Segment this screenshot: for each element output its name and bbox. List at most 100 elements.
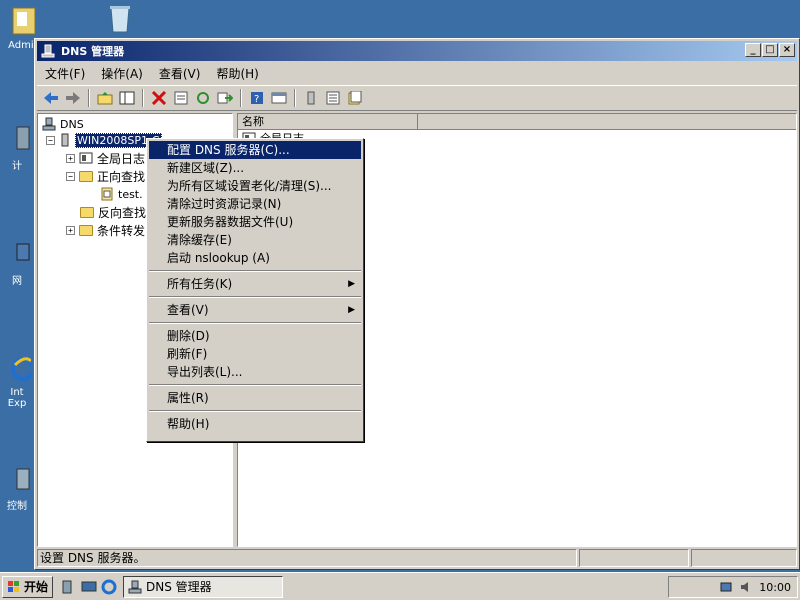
forward-button[interactable] [63,88,83,108]
menu-new-zone[interactable]: 新建区域(Z)... [149,159,361,177]
context-menu: 配置 DNS 服务器(C)... 新建区域(Z)... 为所有区域设置老化/清理… [146,138,364,442]
status-cell-3 [691,549,797,567]
tree-item-test-zone[interactable]: test. [100,186,143,202]
records-button[interactable] [345,88,365,108]
list-icon [326,91,340,105]
taskbar-item-dns-manager[interactable]: DNS 管理器 [123,575,284,598]
menu-view[interactable]: 查看(V) [151,65,209,82]
title-bar[interactable]: DNS 管理器 _ □ × [37,41,797,61]
minimize-button[interactable]: _ [745,43,761,57]
toolbar-separator [240,89,242,107]
server-icon [307,91,315,105]
list-header: 名称 [238,114,796,130]
folder-icon [79,224,93,236]
network-icon [16,243,30,261]
submenu-arrow-icon: ▶ [348,305,355,315]
close-button[interactable]: × [779,43,795,57]
desktop-icon-ie[interactable]: Int Exp [0,355,34,409]
properties-icon [174,91,188,105]
menu-refresh[interactable]: 刷新(F) [149,345,361,363]
list-button[interactable] [323,88,343,108]
menu-update-server-data-files[interactable]: 更新服务器数据文件(U) [149,213,361,231]
menu-set-aging-scavenging[interactable]: 为所有区域设置老化/清理(S)... [149,177,361,195]
collapse-toggle[interactable]: − [66,171,75,181]
tree-label: 正向查找 [97,169,146,184]
menu-properties[interactable]: 属性(R) [149,389,361,407]
show-hide-tree-button[interactable] [117,88,137,108]
toolbar-separator [294,89,296,107]
menu-all-tasks[interactable]: 所有任务(K) ▶ [149,275,361,293]
folder-icon [12,7,36,35]
expand-toggle[interactable]: + [66,225,75,235]
menu-separator [149,296,361,298]
quick-launch [61,579,117,595]
network-tray-icon[interactable] [719,580,733,594]
menu-help[interactable]: 帮助(H) [208,65,266,82]
delete-button[interactable] [149,88,169,108]
menu-scavenge-stale-records[interactable]: 清除过时资源记录(N) [149,195,361,213]
recycle-bin-icon[interactable] [98,2,142,38]
status-bar: 设置 DNS 服务器。 [37,549,797,567]
desktop-icon-computer[interactable]: 计 [0,125,34,172]
zone-icon [101,187,113,201]
desktop-icon-control[interactable]: 控制 [0,465,34,512]
menu-separator [149,322,361,324]
tree-item-forward-zones[interactable]: − 正向查找 [66,168,145,184]
back-arrow-icon [44,92,58,104]
collapse-toggle[interactable]: − [46,135,55,145]
log-icon [79,152,93,164]
show-desktop-icon[interactable] [81,579,97,595]
tree-pane-icon [119,91,135,105]
dns-icon [42,117,56,131]
folder-icon [80,206,94,218]
status-cell-2 [579,549,689,567]
toolbar: ? [37,85,797,111]
start-label: 开始 [24,580,49,594]
tree-item-reverse-zones[interactable]: 反向查找 [80,204,146,220]
back-button[interactable] [41,88,61,108]
help-icon: ? [251,92,263,105]
delete-x-icon [151,91,167,105]
menu-action[interactable]: 操作(A) [93,65,151,82]
menu-launch-nslookup[interactable]: 启动 nslookup (A) [149,249,361,267]
volume-icon[interactable] [739,580,753,594]
menu-file[interactable]: 文件(F) [37,65,93,82]
toolbar-separator [88,89,90,107]
export-button[interactable] [215,88,235,108]
window-title: DNS 管理器 [61,45,125,58]
desktop-icon-network[interactable]: 网 [0,240,34,287]
desktop-icon-label: 网 [12,276,22,287]
up-folder-button[interactable] [95,88,115,108]
server-button[interactable] [301,88,321,108]
windows-logo-icon [8,580,19,592]
desktop-icon-label: Int Exp [7,387,27,409]
properties-button[interactable] [171,88,191,108]
control-panel-icon [16,468,30,490]
menu-label: 查看(V) [167,303,209,317]
tree-item-global-log[interactable]: + 全局日志 [66,150,145,166]
ie-icon [11,357,31,381]
tree-item-conditional-forwarders[interactable]: + 条件转发 [66,222,145,238]
tree-server[interactable]: − WIN2008SP1-C [46,132,162,148]
menu-clear-cache[interactable]: 清除缓存(E) [149,231,361,249]
ie-icon[interactable] [101,579,117,595]
expand-toggle[interactable]: + [66,153,75,163]
server-manager-icon[interactable] [61,579,77,595]
menu-export-list[interactable]: 导出列表(L)... [149,363,361,381]
tree-root-dns[interactable]: DNS [42,116,84,132]
maximize-button[interactable]: □ [762,43,778,57]
svg-text:?: ? [254,94,259,105]
tree-label: 反向查找 [98,205,147,220]
clock[interactable]: 10:00 [759,581,791,594]
console-button[interactable] [269,88,289,108]
menu-configure-dns-server[interactable]: 配置 DNS 服务器(C)... [149,141,361,159]
start-button[interactable]: 开始 [2,575,54,598]
submenu-arrow-icon: ▶ [348,279,355,289]
menu-help[interactable]: 帮助(H) [149,415,361,433]
column-header-blank[interactable] [418,114,796,129]
help-button[interactable]: ? [247,88,267,108]
menu-delete[interactable]: 删除(D) [149,327,361,345]
column-header-name[interactable]: 名称 [238,114,418,129]
menu-view[interactable]: 查看(V) ▶ [149,301,361,319]
refresh-button[interactable] [193,88,213,108]
